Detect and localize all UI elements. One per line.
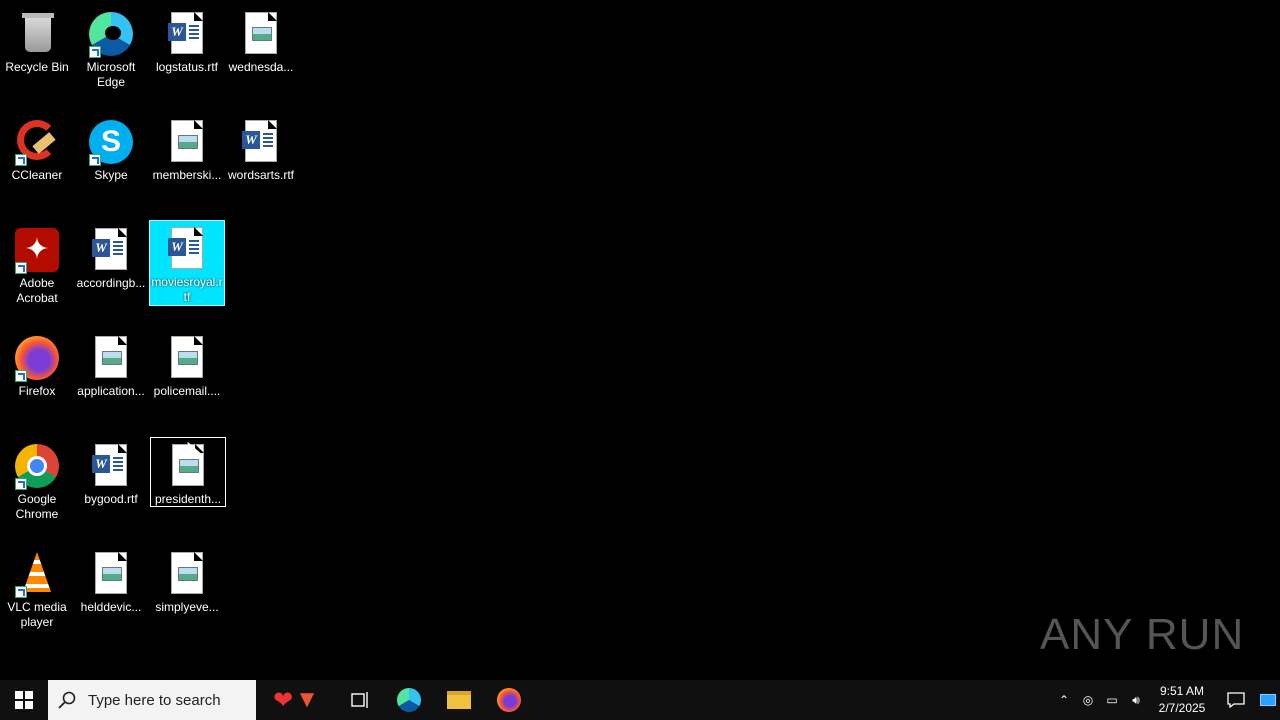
taskbar-clock[interactable]: 9:51 AM 2/7/2025: [1148, 680, 1216, 720]
notification-icon: [1227, 692, 1245, 708]
desktop-preview-icon: [1260, 694, 1276, 706]
desktop-icon-logstatus[interactable]: W logstatus.rtf: [150, 6, 224, 75]
icon-label: helddevic...: [80, 600, 142, 614]
tray-network-button[interactable]: ▭: [1100, 680, 1124, 720]
ccleaner-icon: [13, 118, 61, 166]
desktop[interactable]: Recycle Bin CCleaner ✦ Adobe Acrobat Fir…: [0, 0, 1280, 680]
icon-label: CCleaner: [11, 168, 63, 182]
taskbar-firefox-button[interactable]: [484, 680, 534, 720]
show-desktop-button[interactable]: [1256, 680, 1280, 720]
folder-icon: [447, 691, 471, 709]
image-file-icon: [163, 118, 211, 166]
icon-label: Google Chrome: [15, 492, 59, 521]
adobe-acrobat-icon: ✦: [13, 226, 61, 274]
image-file-icon: [163, 550, 211, 598]
icon-label: wednesda...: [228, 60, 294, 74]
sunglasses-icon: ❤: [273, 686, 294, 714]
taskbar: Type here to search ❤ ▼ ⌃ ◎ ▭ 🔊︎ 9:51 AM…: [0, 680, 1280, 720]
desktop-icon-accordingb[interactable]: W accordingb...: [74, 222, 148, 291]
search-placeholder: Type here to search: [88, 691, 221, 709]
task-view-icon: [351, 692, 368, 708]
shortcut-arrow-icon: [15, 586, 27, 598]
shortcut-arrow-icon: [15, 154, 27, 166]
image-file-icon: [87, 550, 135, 598]
action-center-button[interactable]: [1216, 680, 1256, 720]
icon-label: VLC media player: [7, 600, 67, 629]
icon-label: Firefox: [18, 384, 56, 398]
edge-icon: [397, 688, 421, 712]
clock-date: 2/7/2025: [1158, 701, 1206, 715]
chevron-up-icon: ⌃: [1058, 693, 1070, 707]
desktop-icon-firefox[interactable]: Firefox: [0, 330, 74, 399]
desktop-icon-helddevic[interactable]: helddevic...: [74, 546, 148, 615]
icon-label: Skype: [94, 168, 128, 182]
tray-meet-button[interactable]: ◎: [1076, 680, 1100, 720]
desktop-icon-microsoft-edge[interactable]: Microsoft Edge: [74, 6, 148, 90]
icon-label: memberski...: [152, 168, 222, 182]
vlc-cone-icon: [13, 550, 61, 598]
clock-time: 9:51 AM: [1159, 684, 1205, 698]
firefox-icon: [497, 688, 521, 712]
desktop-icon-application[interactable]: application...: [74, 330, 148, 399]
desktop-icon-wednesda[interactable]: wednesda...: [224, 6, 298, 75]
recycle-bin-icon: [13, 10, 61, 58]
image-file-icon: [237, 10, 285, 58]
desktop-icon-adobe-acrobat[interactable]: ✦ Adobe Acrobat: [0, 222, 74, 306]
word-document-icon: W: [163, 225, 211, 273]
icon-label: logstatus.rtf: [155, 60, 219, 74]
shortcut-arrow-icon: [15, 370, 27, 382]
desktop-icon-ccleaner[interactable]: CCleaner: [0, 114, 74, 183]
edge-icon: [87, 10, 135, 58]
shortcut-arrow-icon: [15, 262, 27, 274]
desktop-icon-memberski[interactable]: memberski...: [150, 114, 224, 183]
anyrun-watermark: ANY RUN: [1040, 610, 1245, 659]
word-document-icon: W: [163, 10, 211, 58]
desktop-icon-simplyeve[interactable]: simplyeve...: [150, 546, 224, 615]
desktop-icon-wordsarts[interactable]: W wordsarts.rtf: [224, 114, 298, 183]
icon-label: policemail....: [153, 384, 221, 398]
chrome-icon: [13, 442, 61, 490]
show-hidden-icons-button[interactable]: ⌃: [1052, 680, 1076, 720]
icon-label: simplyeve...: [155, 600, 219, 614]
word-document-icon: W: [237, 118, 285, 166]
taskbar-file-explorer-button[interactable]: [434, 680, 484, 720]
desktop-icon-recycle-bin[interactable]: Recycle Bin: [0, 6, 74, 75]
icon-label: Adobe Acrobat: [16, 276, 58, 305]
network-icon: ▭: [1106, 693, 1118, 707]
speaker-icon: 🔊︎: [1132, 692, 1140, 707]
task-view-button[interactable]: [336, 680, 384, 720]
shortcut-arrow-icon: [89, 154, 101, 166]
desktop-icon-skype[interactable]: S Skype: [74, 114, 148, 183]
icon-label: wordsarts.rtf: [227, 168, 294, 182]
image-file-icon: [163, 334, 211, 382]
desktop-icon-vlc[interactable]: VLC media player: [0, 546, 74, 630]
taskbar-news-widget[interactable]: ❤ ▼: [256, 680, 336, 720]
icon-label: presidenth...: [154, 492, 222, 506]
shortcut-arrow-icon: [15, 478, 27, 490]
desktop-icon-google-chrome[interactable]: Google Chrome: [0, 438, 74, 522]
desktop-icon-bygood[interactable]: W bygood.rtf: [74, 438, 148, 507]
icon-label: application...: [77, 384, 145, 398]
taskbar-search-box[interactable]: Type here to search: [48, 680, 256, 720]
skype-icon: S: [87, 118, 135, 166]
icon-label: Microsoft Edge: [86, 60, 136, 89]
windows-logo-icon: [15, 691, 33, 709]
camera-icon: ◎: [1082, 693, 1094, 707]
image-file-icon: [87, 334, 135, 382]
shirt-icon: ▼: [295, 686, 319, 713]
desktop-icon-moviesroyal[interactable]: W moviesroyal.rtf: [149, 220, 225, 306]
shortcut-arrow-icon: [89, 46, 101, 58]
start-button[interactable]: [0, 680, 48, 720]
search-icon: [58, 691, 76, 709]
icon-label: bygood.rtf: [84, 492, 138, 506]
firefox-icon: [13, 334, 61, 382]
desktop-icon-policemail[interactable]: policemail....: [150, 330, 224, 399]
icon-label: moviesroyal.rtf: [151, 275, 223, 304]
tray-volume-button[interactable]: 🔊︎: [1124, 680, 1148, 720]
taskbar-edge-button[interactable]: [384, 680, 434, 720]
word-document-icon: W: [87, 442, 135, 490]
icon-label: accordingb...: [76, 276, 146, 290]
icon-label: Recycle Bin: [5, 60, 69, 74]
word-document-icon: W: [87, 226, 135, 274]
